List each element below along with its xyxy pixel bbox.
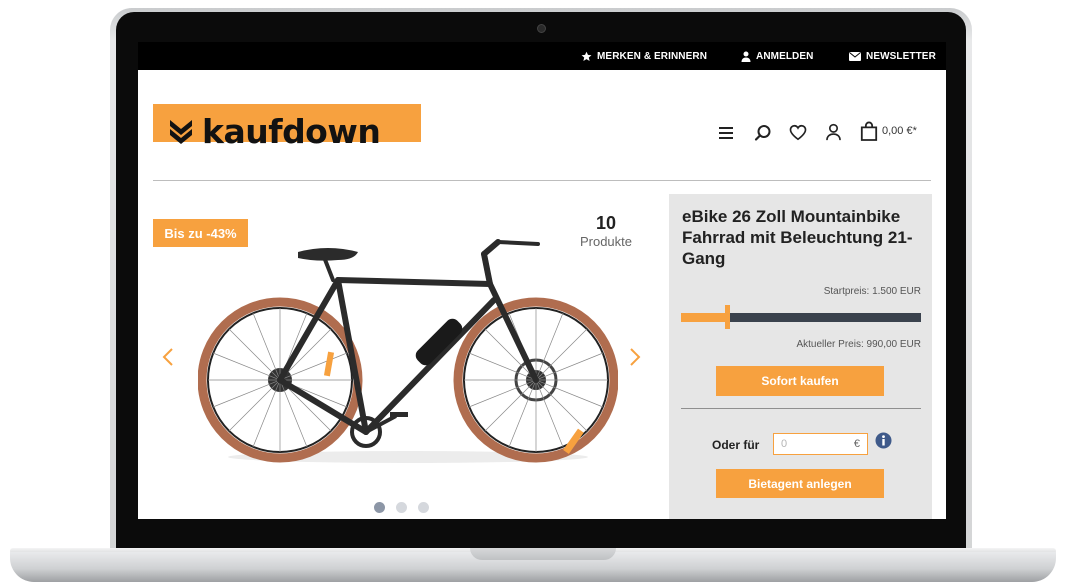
carousel-prev-arrow[interactable] <box>162 347 174 367</box>
browser-screen: MERKEN & ERINNERN ANMELDEN NEWSLETTER ka… <box>138 42 946 519</box>
topbar-newsletter-label: NEWSLETTER <box>866 50 936 62</box>
header-divider <box>153 180 931 181</box>
bid-agent-button[interactable]: Bietagent anlegen <box>716 469 884 498</box>
bike-frame <box>277 239 540 435</box>
carousel-dot-2[interactable] <box>396 502 407 513</box>
bid-amount-input[interactable] <box>774 434 851 450</box>
topbar-anmelden-label: ANMELDEN <box>756 50 814 62</box>
envelope-icon <box>849 51 861 61</box>
logo-text: kaufdown <box>202 112 381 151</box>
account-icon[interactable] <box>825 123 842 141</box>
topbar-merken-label: MERKEN & ERINNERN <box>597 50 708 62</box>
price-slider-thumb[interactable] <box>725 305 730 329</box>
carousel-dots <box>374 502 429 513</box>
product-image-bike[interactable] <box>198 202 618 472</box>
bid-currency: € <box>853 438 860 450</box>
cart-amount[interactable]: 0,00 €* <box>882 125 917 137</box>
star-icon <box>581 51 592 61</box>
topbar-anmelden-link[interactable]: ANMELDEN <box>741 42 813 70</box>
heart-icon[interactable] <box>789 124 807 141</box>
topbar-newsletter-link[interactable]: NEWSLETTER <box>849 42 936 70</box>
laptop-notch <box>470 548 616 560</box>
bid-amount-field[interactable]: € <box>773 433 868 455</box>
bike-saddle <box>298 248 358 261</box>
search-icon[interactable] <box>754 124 772 142</box>
info-icon[interactable] <box>875 432 892 449</box>
carousel-next-arrow[interactable] <box>629 347 641 367</box>
bid-label: Oder für <box>712 438 760 452</box>
panel-divider <box>681 408 921 409</box>
carousel-dot-1[interactable] <box>374 502 385 513</box>
screen-chin <box>138 519 946 541</box>
start-price: Startpreis: 1.500 EUR <box>823 286 921 297</box>
top-bar: MERKEN & ERINNERN ANMELDEN NEWSLETTER <box>138 42 946 70</box>
camera-dot <box>537 24 546 33</box>
product-title: eBike 26 Zoll Mountainbike Fahrrad mit B… <box>682 207 913 268</box>
menu-icon[interactable] <box>718 126 734 140</box>
buy-now-button[interactable]: Sofort kaufen <box>716 366 884 396</box>
cart-icon[interactable] <box>860 121 878 141</box>
topbar-merken-link[interactable]: MERKEN & ERINNERN <box>581 42 707 70</box>
user-icon <box>741 51 751 62</box>
double-chevron-down-icon <box>170 120 192 144</box>
current-price: Aktueller Preis: 990,00 EUR <box>796 339 921 350</box>
carousel-dot-3[interactable] <box>418 502 429 513</box>
price-slider-fill <box>681 313 727 322</box>
